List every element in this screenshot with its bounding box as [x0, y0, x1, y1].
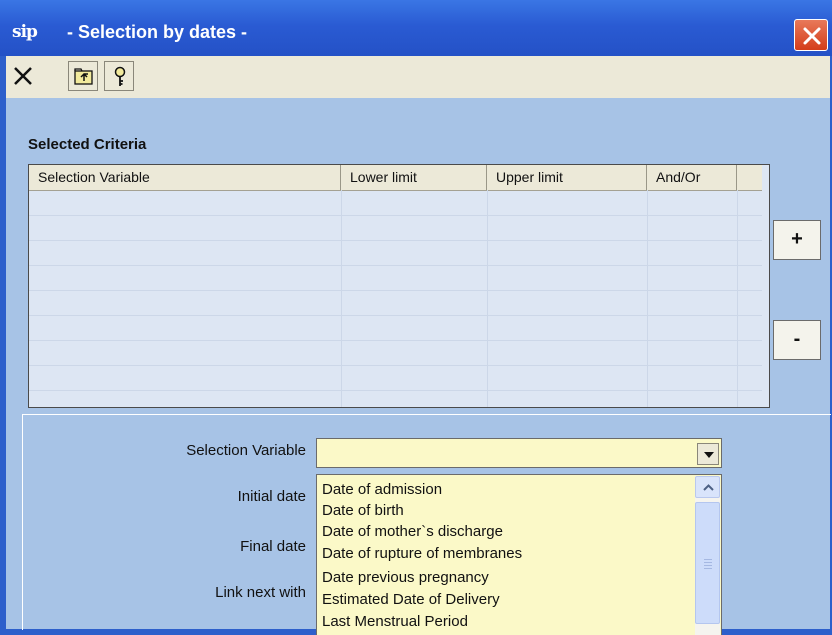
- link-next-label: Link next with: [215, 584, 306, 601]
- scroll-up-button[interactable]: [695, 476, 720, 498]
- grid-divider: [737, 190, 738, 407]
- initial-date-label: Initial date: [237, 488, 306, 505]
- dropdown-option-date-of-admission[interactable]: Date of admission: [322, 479, 442, 500]
- dropdown-option-last-menstrual-period[interactable]: Last Menstrual Period: [322, 611, 468, 632]
- dropdown-button[interactable]: [697, 443, 719, 465]
- grid-divider: [647, 190, 648, 407]
- grid-row-line: [29, 265, 762, 266]
- toolbar-close-button[interactable]: [8, 61, 38, 91]
- column-header-selection-variable[interactable]: Selection Variable: [29, 165, 341, 190]
- window-title: - Selection by dates -: [67, 22, 248, 42]
- dropdown-option-date-previous-pregnancy[interactable]: Date previous pregnancy: [322, 567, 489, 588]
- column-header-and-or[interactable]: And/Or: [647, 165, 737, 190]
- help-button[interactable]: [104, 61, 134, 91]
- dropdown-scrollbar[interactable]: [695, 476, 720, 635]
- x-icon: [14, 67, 32, 85]
- grip-line: [704, 568, 712, 569]
- help-key-icon: [114, 66, 126, 86]
- dropdown-option-date-of-mothers-discharge[interactable]: Date of mother`s discharge: [322, 521, 503, 542]
- grid-row-line: [29, 390, 762, 391]
- selection-variable-dropdown-list[interactable]: Date of admission Date of birth Date of …: [316, 474, 722, 635]
- grid-row-line: [29, 215, 762, 216]
- column-header-lower-limit[interactable]: Lower limit: [341, 165, 487, 190]
- chevron-up-icon: [703, 484, 714, 491]
- selection-variable-select[interactable]: [316, 438, 722, 468]
- selection-by-dates-window: sip - Selection by dates - Selected Crit…: [0, 0, 832, 635]
- window-close-button[interactable]: [794, 19, 828, 51]
- grid-header: Selection Variable Lower limit Upper lim…: [29, 165, 762, 191]
- grid-divider: [341, 190, 342, 407]
- chevron-down-icon: [704, 452, 714, 458]
- grid-row-line: [29, 290, 762, 291]
- add-criterion-button[interactable]: +: [773, 220, 821, 260]
- close-icon: [803, 27, 821, 45]
- selected-criteria-label: Selected Criteria: [28, 136, 147, 153]
- grip-line: [704, 562, 712, 563]
- dropdown-option-date-of-birth[interactable]: Date of birth: [322, 500, 404, 521]
- grid-divider: [487, 190, 488, 407]
- selection-variable-label: Selection Variable: [186, 442, 306, 459]
- grid-row-line: [29, 240, 762, 241]
- app-logo: sip: [12, 22, 38, 42]
- dropdown-option-estimated-date-of-delivery[interactable]: Estimated Date of Delivery: [322, 589, 500, 610]
- grid-row-line: [29, 340, 762, 341]
- toolbar: [6, 56, 830, 99]
- title-bar[interactable]: sip - Selection by dates -: [0, 0, 832, 56]
- folder-up-icon: [74, 68, 93, 85]
- folder-up-button[interactable]: [68, 61, 98, 91]
- grid-row-line: [29, 315, 762, 316]
- remove-criterion-button[interactable]: -: [773, 320, 821, 360]
- final-date-label: Final date: [240, 538, 306, 555]
- grid-row-line: [29, 365, 762, 366]
- grip-line: [704, 559, 712, 560]
- dropdown-option-date-of-rupture-of-membranes[interactable]: Date of rupture of membranes: [322, 543, 522, 564]
- grip-line: [704, 565, 712, 566]
- scroll-thumb[interactable]: [695, 502, 720, 624]
- column-header-upper-limit[interactable]: Upper limit: [487, 165, 647, 190]
- criteria-grid[interactable]: Selection Variable Lower limit Upper lim…: [28, 164, 770, 408]
